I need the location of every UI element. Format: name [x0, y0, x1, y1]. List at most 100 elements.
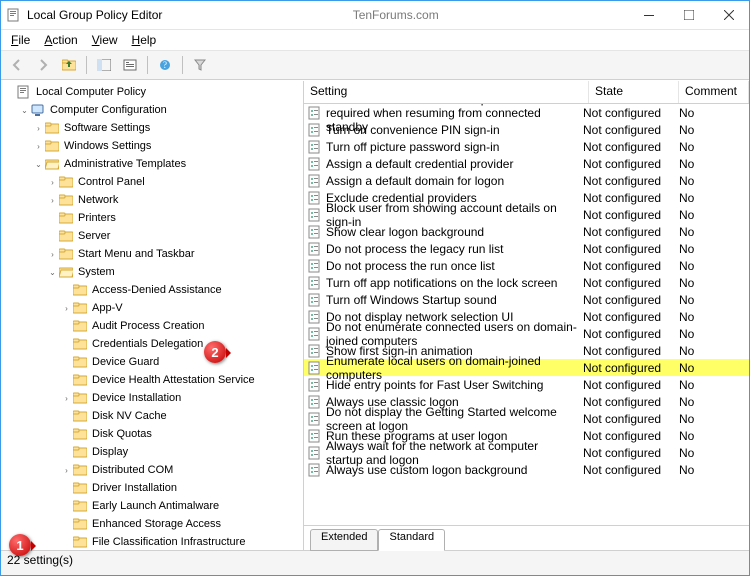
tree-node[interactable]: File Classification Infrastructure: [3, 533, 303, 550]
setting-row[interactable]: Assign a default domain for logonNot con…: [304, 172, 749, 189]
setting-icon: [308, 140, 322, 154]
setting-row[interactable]: Assign a default credential providerNot …: [304, 155, 749, 172]
tree-spacer: [47, 231, 58, 242]
setting-row[interactable]: Show clear logon backgroundNot configure…: [304, 223, 749, 240]
tree-node[interactable]: ›Windows Settings: [3, 137, 303, 155]
folder-icon: [73, 409, 87, 423]
setting-row[interactable]: Turn on convenience PIN sign-inNot confi…: [304, 121, 749, 138]
help-button[interactable]: ?: [153, 53, 177, 77]
setting-row[interactable]: Do not display the Getting Started welco…: [304, 410, 749, 427]
setting-row[interactable]: Block user from showing account details …: [304, 206, 749, 223]
tree-node[interactable]: ⌄Administrative Templates: [3, 155, 303, 173]
tree-node[interactable]: Server: [3, 227, 303, 245]
tree-pane[interactable]: Local Computer Policy⌄Computer Configura…: [1, 81, 304, 550]
setting-row[interactable]: Always use custom logon backgroundNot co…: [304, 461, 749, 478]
tree-node[interactable]: Disk NV Cache: [3, 407, 303, 425]
menu-file[interactable]: File: [5, 32, 36, 48]
setting-name: Assign a default domain for logon: [326, 174, 504, 188]
setting-state: Not configured: [577, 276, 673, 290]
tree-node[interactable]: ›App-V: [3, 299, 303, 317]
setting-row[interactable]: Do not process the run once listNot conf…: [304, 257, 749, 274]
expand-icon[interactable]: ›: [61, 393, 72, 404]
tree-node[interactable]: ›Distributed COM: [3, 461, 303, 479]
tree-node[interactable]: Local Computer Policy: [3, 83, 303, 101]
tree-node[interactable]: ›Network: [3, 191, 303, 209]
collapse-icon[interactable]: ⌄: [47, 267, 58, 278]
tree-node[interactable]: Access-Denied Assistance: [3, 281, 303, 299]
setting-row[interactable]: Always wait for the network at computer …: [304, 444, 749, 461]
close-button[interactable]: [709, 1, 749, 29]
list-header[interactable]: Setting State Comment: [304, 81, 749, 104]
minimize-button[interactable]: [629, 1, 669, 29]
tree-node[interactable]: ›Start Menu and Taskbar: [3, 245, 303, 263]
expand-icon[interactable]: ›: [33, 141, 44, 152]
expand-icon[interactable]: ›: [61, 303, 72, 314]
setting-row[interactable]: Do not process the legacy run listNot co…: [304, 240, 749, 257]
callout-1: 1: [9, 534, 31, 556]
properties-button[interactable]: [118, 53, 142, 77]
tree-spacer: [61, 375, 72, 386]
setting-row[interactable]: Hide entry points for Fast User Switchin…: [304, 376, 749, 393]
setting-row[interactable]: Turn off app notifications on the lock s…: [304, 274, 749, 291]
setting-state: Not configured: [577, 395, 673, 409]
folder-icon: [73, 517, 87, 531]
menu-help[interactable]: Help: [126, 32, 163, 48]
setting-state: Not configured: [577, 327, 673, 341]
expand-icon[interactable]: ›: [33, 123, 44, 134]
show-hide-tree-button[interactable]: [92, 53, 116, 77]
back-button[interactable]: [5, 53, 29, 77]
expand-icon[interactable]: ›: [61, 465, 72, 476]
tree-node[interactable]: Credentials Delegation: [3, 335, 303, 353]
collapse-icon[interactable]: ⌄: [19, 105, 30, 116]
tree-node-label: Early Launch Antimalware: [90, 500, 221, 512]
expand-icon[interactable]: ›: [47, 249, 58, 260]
maximize-button[interactable]: [669, 1, 709, 29]
titlebar[interactable]: Local Group Policy Editor TenForums.com: [1, 1, 749, 30]
tree-node[interactable]: Enhanced Storage Access: [3, 515, 303, 533]
setting-icon: [308, 174, 322, 188]
setting-name: Turn off picture password sign-in: [326, 140, 499, 154]
col-comment[interactable]: Comment: [679, 81, 749, 103]
tree-node[interactable]: Audit Process Creation: [3, 317, 303, 335]
setting-icon: [308, 361, 322, 375]
collapse-icon[interactable]: ⌄: [33, 159, 44, 170]
tree-node[interactable]: Device Health Attestation Service: [3, 371, 303, 389]
tree-node[interactable]: Printers: [3, 209, 303, 227]
menu-view[interactable]: View: [86, 32, 124, 48]
tree-node[interactable]: Early Launch Antimalware: [3, 497, 303, 515]
tab-extended[interactable]: Extended: [310, 529, 378, 551]
setting-comment: No: [673, 463, 749, 477]
tab-standard[interactable]: Standard: [378, 529, 445, 551]
col-state[interactable]: State: [589, 81, 679, 103]
tree-node[interactable]: ⌄System: [3, 263, 303, 281]
filter-button[interactable]: [188, 53, 212, 77]
col-setting[interactable]: Setting: [304, 81, 589, 103]
toolbar: ?: [1, 51, 749, 80]
menu-action[interactable]: Action: [38, 32, 83, 48]
forward-button[interactable]: [31, 53, 55, 77]
tree-spacer: [61, 483, 72, 494]
tree-node[interactable]: Device Guard: [3, 353, 303, 371]
tree-node-label: Driver Installation: [90, 482, 179, 494]
tree-spacer: [61, 357, 72, 368]
expand-icon[interactable]: ›: [47, 195, 58, 206]
tree-node[interactable]: ⌄Computer Configuration: [3, 101, 303, 119]
tree-node[interactable]: ›Control Panel: [3, 173, 303, 191]
tree-node[interactable]: Disk Quotas: [3, 425, 303, 443]
tree-node-label: Software Settings: [62, 122, 152, 134]
folder-icon: [73, 373, 87, 387]
setting-row[interactable]: Turn off picture password sign-inNot con…: [304, 138, 749, 155]
app-icon: [7, 8, 21, 22]
setting-comment: No: [673, 140, 749, 154]
settings-list[interactable]: Allow users to select when a password is…: [304, 104, 749, 525]
up-button[interactable]: [57, 53, 81, 77]
expand-icon[interactable]: ›: [47, 177, 58, 188]
tree-node[interactable]: ›Device Installation: [3, 389, 303, 407]
tree-node[interactable]: › Software Settings: [3, 119, 303, 137]
tree-node[interactable]: Driver Installation: [3, 479, 303, 497]
tree-node[interactable]: Display: [3, 443, 303, 461]
setting-row[interactable]: Turn off Windows Startup soundNot config…: [304, 291, 749, 308]
setting-row[interactable]: Allow users to select when a password is…: [304, 104, 749, 121]
setting-row[interactable]: Enumerate local users on domain-joined c…: [304, 359, 749, 376]
setting-row[interactable]: Do not enumerate connected users on doma…: [304, 325, 749, 342]
